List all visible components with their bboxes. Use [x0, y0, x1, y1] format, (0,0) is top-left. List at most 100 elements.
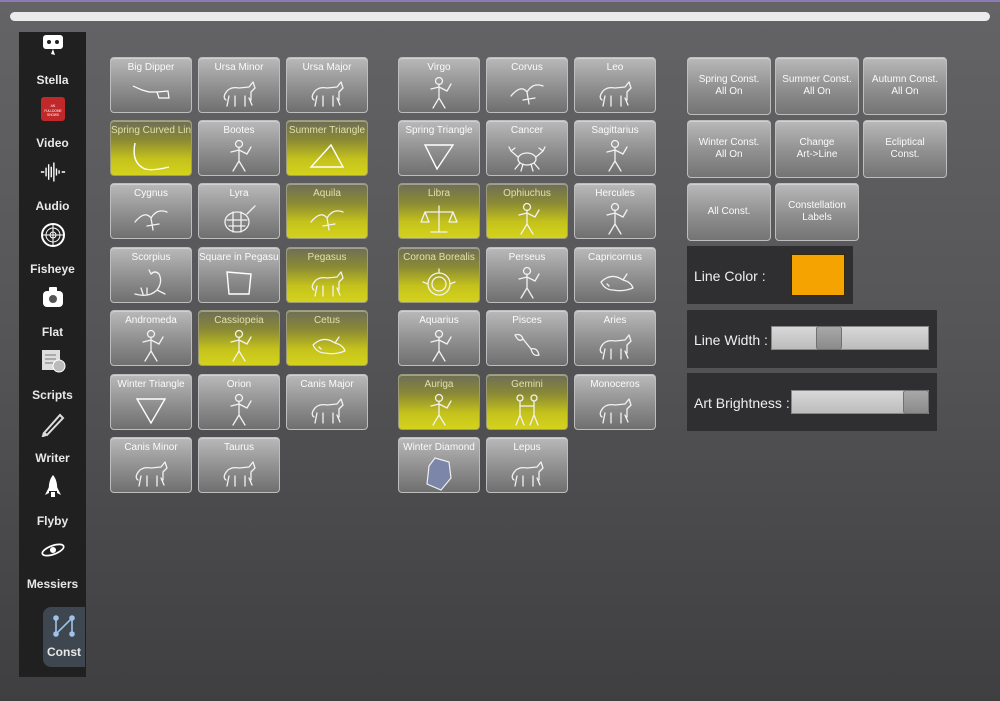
sagittarius-art-icon — [593, 137, 637, 175]
constellation-button-lyra[interactable]: Lyra — [198, 183, 280, 239]
constellation-button-cassiopeia[interactable]: Cassiopeia — [198, 310, 280, 366]
sidebar-item-fisheye[interactable]: Fisheye — [19, 221, 86, 284]
art-brightness-slider-thumb[interactable] — [903, 390, 929, 414]
constellation-button-sagittarius[interactable]: Sagittarius — [574, 120, 656, 176]
sidebar-item-flyby[interactable]: Flyby — [19, 473, 86, 536]
lepus-art-icon — [505, 454, 549, 492]
constellation-button-cancer[interactable]: Cancer — [486, 120, 568, 176]
square-in-pegasus-icon — [217, 264, 261, 302]
constellation-icon — [51, 613, 77, 639]
constellation-button-label: Ursa Major — [302, 62, 352, 73]
constellation-button-cygnus[interactable]: Cygnus — [110, 183, 192, 239]
spring-const-all-on-button[interactable]: Spring Const. All On — [687, 57, 771, 115]
constellation-button-corvus[interactable]: Corvus — [486, 57, 568, 113]
constellation-button-canis-major[interactable]: Canis Major — [286, 374, 368, 430]
constellation-button-pisces[interactable]: Pisces — [486, 310, 568, 366]
hercules-art-icon — [593, 200, 637, 238]
constellation-button-auriga[interactable]: Auriga — [398, 374, 480, 430]
spring-curved-line-icon — [129, 137, 173, 175]
constellation-button-label: Monoceros — [590, 379, 640, 390]
constellation-button-perseus[interactable]: Perseus — [486, 247, 568, 303]
constellation-button-label: Cetus — [313, 315, 341, 326]
line-color-swatch[interactable] — [791, 254, 845, 296]
constellation-button-lepus[interactable]: Lepus — [486, 437, 568, 493]
constellation-button-corona-borealis[interactable]: Corona Borealis — [398, 247, 480, 303]
scripts-icon — [40, 348, 66, 374]
summer-const-all-on-button[interactable]: Summer Const. All On — [775, 57, 859, 115]
autumn-const-all-on-button[interactable]: Autumn Const. All On — [863, 57, 947, 115]
toggle-button-label: Ecliptical Const. — [885, 137, 925, 160]
constellation-button-spring-curved-line[interactable]: Spring Curved Line — [110, 120, 192, 176]
sidebar-item-label: Video — [36, 136, 69, 150]
toggle-button-label: Constellation Labels — [788, 200, 846, 223]
sidebar-item-const[interactable]: Const — [43, 607, 85, 667]
constellation-button-ursa-minor[interactable]: Ursa Minor — [198, 57, 280, 113]
sidebar-item-writer[interactable]: Writer — [19, 410, 86, 473]
ecliptical-const-button[interactable]: Ecliptical Const. — [863, 120, 947, 178]
constellation-button-label: Lepus — [513, 442, 541, 453]
line-color-label: Line Color : — [694, 268, 766, 284]
sidebar-item-stella[interactable]: Stella — [19, 32, 86, 95]
sidebar-item-label: Writer — [35, 451, 70, 465]
constellation-button-scorpius[interactable]: Scorpius — [110, 247, 192, 303]
sidebar-item-label: Flyby — [36, 514, 69, 528]
winter-const-all-on-button[interactable]: Winter Const. All On — [687, 120, 771, 178]
constellation-button-label: Winter Triangle — [117, 379, 185, 390]
sidebar-item-label: Scripts — [32, 388, 73, 402]
constellation-button-winter-diamond[interactable]: Winter Diamond — [398, 437, 480, 493]
constellation-button-aries[interactable]: Aries — [574, 310, 656, 366]
change-art-line-button[interactable]: Change Art->Line — [775, 120, 859, 178]
sidebar-item-audio[interactable]: Audio — [19, 158, 86, 221]
constellation-button-label: Gemini — [511, 379, 543, 390]
constellation-button-orion[interactable]: Orion — [198, 374, 280, 430]
constellation-button-hercules[interactable]: Hercules — [574, 183, 656, 239]
constellation-button-cetus[interactable]: Cetus — [286, 310, 368, 366]
cygnus-art-icon — [129, 200, 173, 238]
constellation-button-spring-triangle[interactable]: Spring Triangle — [398, 120, 480, 176]
constellation-button-pegasus[interactable]: Pegasus — [286, 247, 368, 303]
constellation-button-ursa-major[interactable]: Ursa Major — [286, 57, 368, 113]
constellation-button-winter-triangle[interactable]: Winter Triangle — [110, 374, 192, 430]
constellation-button-label: Spring Curved Line — [111, 125, 191, 136]
aquarius-art-icon — [417, 327, 461, 365]
constellation-button-label: Pisces — [512, 315, 542, 326]
constellation-button-capricornus[interactable]: Capricornus — [574, 247, 656, 303]
constellation-button-label: Spring Triangle — [405, 125, 473, 136]
libra-art-icon — [417, 200, 461, 238]
constellation-button-ophiuchus[interactable]: Ophiuchus — [486, 183, 568, 239]
all-const-button[interactable]: All Const. — [687, 183, 771, 241]
constellation-button-label: Ursa Minor — [214, 62, 264, 73]
constellation-labels-button[interactable]: Constellation Labels — [775, 183, 859, 241]
line-width-slider-thumb[interactable] — [815, 326, 842, 350]
constellation-button-label: Square in Pegasus — [199, 252, 279, 263]
constellation-button-gemini[interactable]: Gemini — [486, 374, 568, 430]
constellation-button-bootes[interactable]: Bootes — [198, 120, 280, 176]
sidebar: Stella 4K FULLDOME SHOWS Video Audio Fisheye Fl… — [19, 32, 86, 677]
sidebar-item-video[interactable]: 4K FULLDOME SHOWS Video — [19, 95, 86, 158]
capricornus-art-icon — [593, 264, 637, 302]
sidebar-item-messiers[interactable]: Messiers — [19, 536, 86, 599]
constellation-button-square-in-pegasus[interactable]: Square in Pegasus — [198, 247, 280, 303]
constellation-button-canis-minor[interactable]: Canis Minor — [110, 437, 192, 493]
sidebar-item-label: Messiers — [26, 577, 79, 591]
constellation-button-summer-triangle[interactable]: Summer Triangle — [286, 120, 368, 176]
audio-waveform-icon — [40, 159, 66, 185]
constellation-button-label: Orion — [226, 379, 252, 390]
constellation-button-big-dipper[interactable]: Big Dipper — [110, 57, 192, 113]
constellation-button-aquila[interactable]: Aquila — [286, 183, 368, 239]
line-width-slider[interactable] — [771, 326, 929, 350]
constellation-button-label: Cancer — [510, 125, 544, 136]
constellation-button-taurus[interactable]: Taurus — [198, 437, 280, 493]
sidebar-item-scripts[interactable]: Scripts — [19, 347, 86, 410]
constellation-button-label: Cassiopeia — [214, 315, 264, 326]
sidebar-item-label: Fisheye — [30, 262, 75, 276]
constellation-button-monoceros[interactable]: Monoceros — [574, 374, 656, 430]
constellation-button-libra[interactable]: Libra — [398, 183, 480, 239]
constellation-button-aquarius[interactable]: Aquarius — [398, 310, 480, 366]
constellation-button-virgo[interactable]: Virgo — [398, 57, 480, 113]
constellation-button-andromeda[interactable]: Andromeda — [110, 310, 192, 366]
taurus-art-icon — [217, 454, 261, 492]
aquila-art-icon — [305, 200, 349, 238]
sidebar-item-flat[interactable]: Flat — [19, 284, 86, 347]
constellation-button-leo[interactable]: Leo — [574, 57, 656, 113]
